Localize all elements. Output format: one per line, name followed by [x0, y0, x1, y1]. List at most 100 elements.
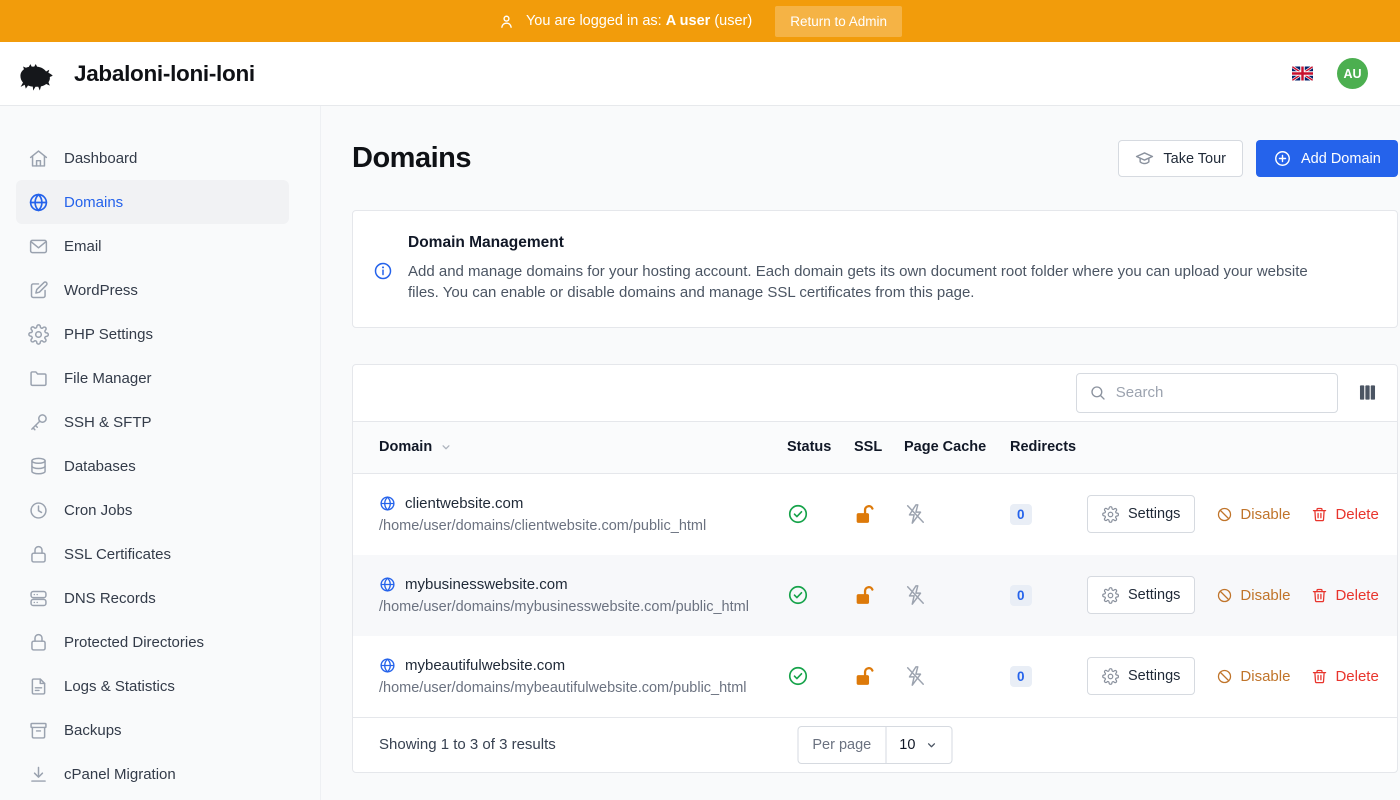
sidebar-item-domains[interactable]: Domains	[16, 180, 289, 224]
table-toolbar	[353, 365, 1397, 421]
chevron-down-icon	[924, 738, 938, 752]
table-row: clientwebsite.com /home/user/domains/cli…	[353, 474, 1397, 555]
sidebar-item-wordpress[interactable]: WordPress	[16, 268, 289, 312]
gear-icon	[1102, 587, 1119, 604]
domain-link[interactable]: mybusinesswebsite.com	[379, 576, 787, 593]
language-flag-icon[interactable]	[1292, 66, 1313, 81]
clock-icon	[28, 500, 49, 521]
sidebar: Dashboard Domains Email WordPress PHP Se…	[0, 106, 320, 800]
per-page-select[interactable]: Per page 10	[797, 726, 952, 764]
trash-icon	[1311, 587, 1328, 604]
info-card-title: Domain Management	[408, 234, 1313, 252]
database-icon	[28, 456, 49, 477]
ban-icon	[1216, 587, 1233, 604]
page-cache-off-icon[interactable]	[904, 665, 1010, 687]
file-text-icon	[28, 676, 49, 697]
domain-link[interactable]: clientwebsite.com	[379, 495, 787, 512]
info-card-body: Add and manage domains for your hosting …	[408, 261, 1313, 304]
globe-icon	[379, 657, 396, 674]
sidebar-item-email[interactable]: Email	[16, 224, 289, 268]
globe-icon	[28, 192, 49, 213]
globe-icon	[379, 495, 396, 512]
banner-user-name: A user	[666, 13, 711, 29]
folder-icon	[28, 368, 49, 389]
ban-icon	[1216, 506, 1233, 523]
gear-icon	[1102, 506, 1119, 523]
delete-button[interactable]: Delete	[1311, 506, 1378, 523]
archive-icon	[28, 720, 49, 741]
settings-button[interactable]: Settings	[1087, 495, 1195, 533]
settings-button[interactable]: Settings	[1087, 576, 1195, 614]
document-root-path: /home/user/domains/mybeautifulwebsite.co…	[379, 680, 787, 696]
server-icon	[28, 588, 49, 609]
ssl-unlocked-icon[interactable]	[854, 503, 904, 526]
column-header-redirects: Redirects	[1010, 439, 1087, 455]
redirects-count-badge[interactable]: 0	[1010, 666, 1032, 687]
ssl-unlocked-icon[interactable]	[854, 584, 904, 607]
sidebar-item-file-manager[interactable]: File Manager	[16, 356, 289, 400]
user-icon	[498, 13, 515, 30]
column-header-domain[interactable]: Domain	[379, 439, 787, 455]
delete-button[interactable]: Delete	[1311, 668, 1378, 685]
sidebar-item-dashboard[interactable]: Dashboard	[16, 136, 289, 180]
globe-icon	[379, 576, 396, 593]
download-icon	[28, 764, 49, 785]
redirects-count-badge[interactable]: 0	[1010, 585, 1032, 606]
banner-message: You are logged in as: A user (user)	[526, 13, 752, 29]
status-enabled-icon	[787, 665, 854, 687]
domain-management-info-card: Domain Management Add and manage domains…	[352, 210, 1398, 328]
sidebar-item-cpanel-migration[interactable]: cPanel Migration	[16, 752, 289, 796]
page-title: Domains	[352, 142, 471, 175]
search-box	[1076, 373, 1338, 413]
disable-button[interactable]: Disable	[1216, 668, 1290, 685]
search-input[interactable]	[1116, 384, 1325, 401]
sidebar-item-php-settings[interactable]: PHP Settings	[16, 312, 289, 356]
page-cache-off-icon[interactable]	[904, 584, 1010, 606]
domain-link[interactable]: mybeautifulwebsite.com	[379, 657, 787, 674]
main-content: Domains Take Tour Add Domain Domain Mana…	[320, 106, 1400, 800]
gear-icon	[1102, 668, 1119, 685]
graduation-cap-icon	[1135, 149, 1154, 168]
sidebar-item-databases[interactable]: Databases	[16, 444, 289, 488]
return-to-admin-button[interactable]: Return to Admin	[775, 6, 902, 37]
table-row: mybusinesswebsite.com /home/user/domains…	[353, 555, 1397, 636]
take-tour-button[interactable]: Take Tour	[1118, 140, 1243, 177]
home-icon	[28, 148, 49, 169]
page-cache-off-icon[interactable]	[904, 503, 1010, 525]
add-domain-button[interactable]: Add Domain	[1256, 140, 1398, 177]
gear-icon	[28, 324, 49, 345]
columns-toggle-button[interactable]	[1354, 379, 1381, 406]
trash-icon	[1311, 506, 1328, 523]
trash-icon	[1311, 668, 1328, 685]
settings-button[interactable]: Settings	[1087, 657, 1195, 695]
redirects-count-badge[interactable]: 0	[1010, 504, 1032, 525]
column-header-page-cache: Page Cache	[904, 439, 1010, 455]
plus-circle-icon	[1273, 149, 1292, 168]
sidebar-item-ssh-sftp[interactable]: SSH & SFTP	[16, 400, 289, 444]
sidebar-item-backups[interactable]: Backups	[16, 708, 289, 752]
ssl-unlocked-icon[interactable]	[854, 665, 904, 688]
disable-button[interactable]: Disable	[1216, 587, 1290, 604]
impersonation-banner: You are logged in as: A user (user) Retu…	[0, 0, 1400, 42]
sort-chevron-down-icon	[439, 440, 453, 454]
column-header-ssl: SSL	[854, 439, 904, 455]
delete-button[interactable]: Delete	[1311, 587, 1378, 604]
table-header-row: Domain Status SSL Page Cache Redirects	[353, 421, 1397, 474]
status-enabled-icon	[787, 503, 854, 525]
sidebar-item-ssl-certificates[interactable]: SSL Certificates	[16, 532, 289, 576]
brand[interactable]: Jabaloni-loni-loni	[16, 55, 255, 93]
column-header-status: Status	[787, 439, 854, 455]
status-enabled-icon	[787, 584, 854, 606]
avatar[interactable]: AU	[1337, 58, 1368, 89]
results-summary: Showing 1 to 3 of 3 results	[379, 736, 556, 753]
mail-icon	[28, 236, 49, 257]
document-root-path: /home/user/domains/clientwebsite.com/pub…	[379, 518, 787, 534]
sidebar-item-logs-statistics[interactable]: Logs & Statistics	[16, 664, 289, 708]
sidebar-item-dns-records[interactable]: DNS Records	[16, 576, 289, 620]
brand-title: Jabaloni-loni-loni	[74, 61, 255, 87]
header-right: AU	[1292, 58, 1384, 89]
sidebar-item-cron-jobs[interactable]: Cron Jobs	[16, 488, 289, 532]
sidebar-item-protected-directories[interactable]: Protected Directories	[16, 620, 289, 664]
disable-button[interactable]: Disable	[1216, 506, 1290, 523]
app-header: Jabaloni-loni-loni AU	[0, 42, 1400, 106]
